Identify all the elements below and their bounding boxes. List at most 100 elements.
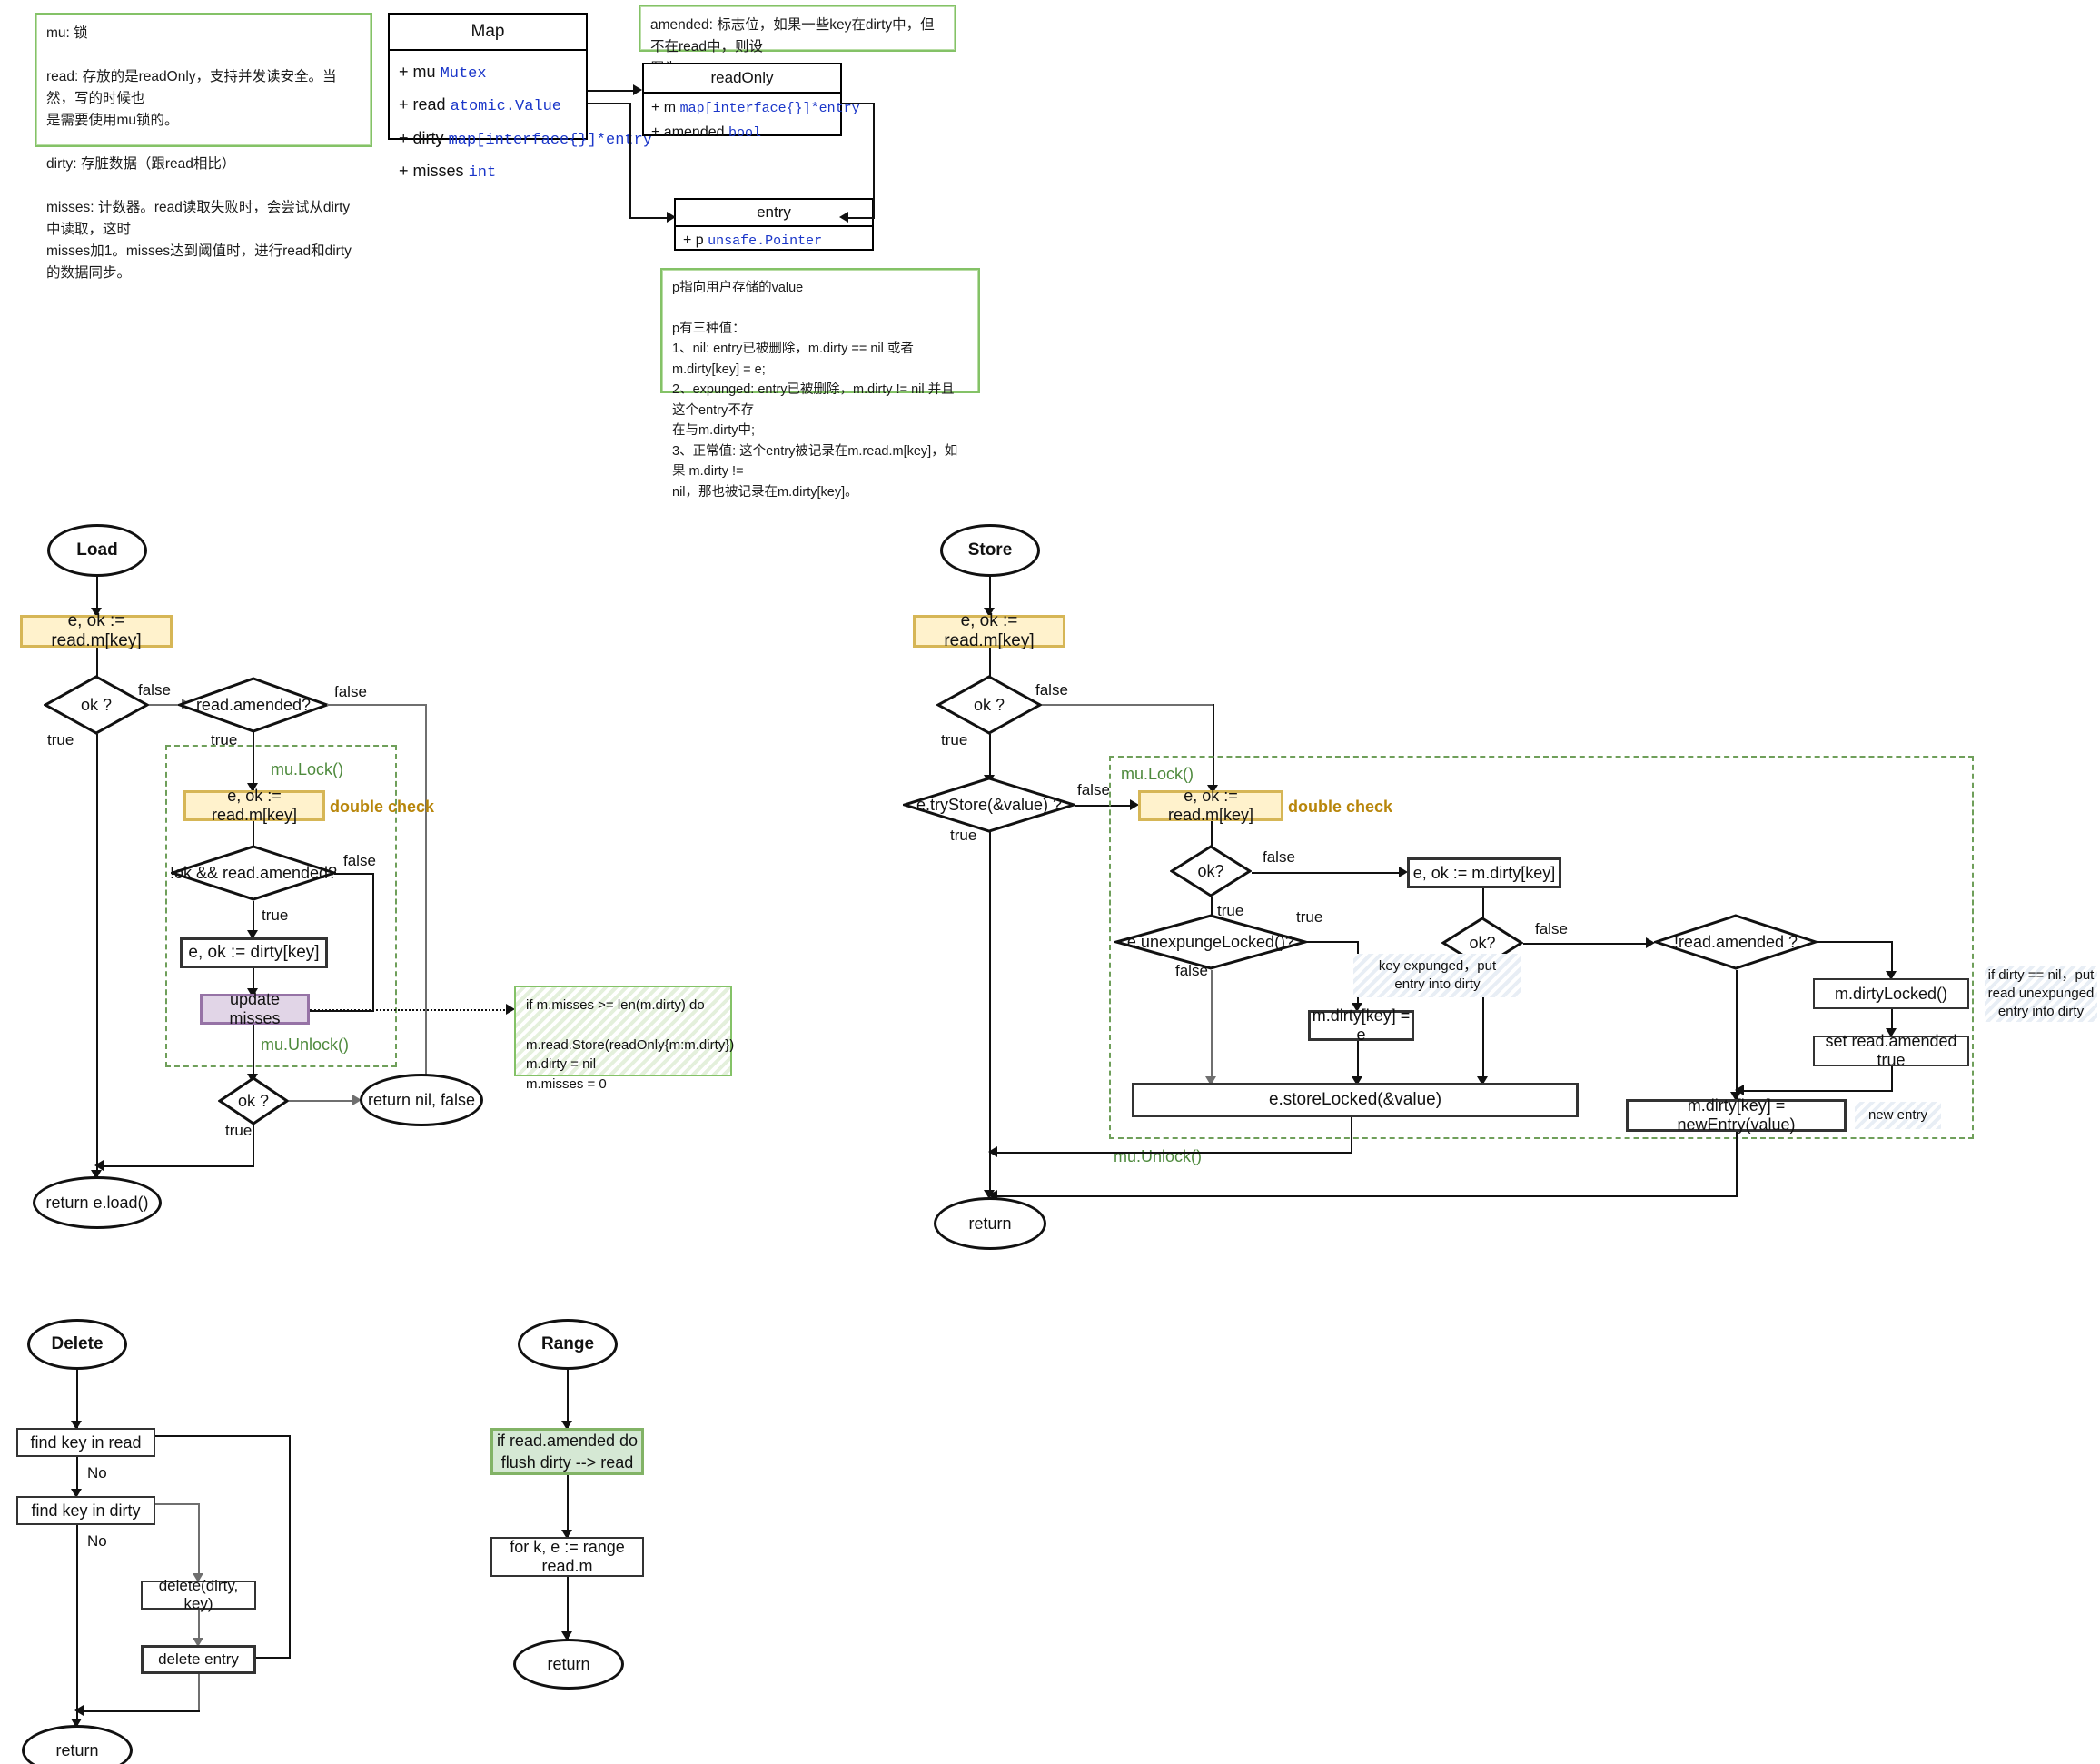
edge-label-false: false xyxy=(1035,681,1068,699)
uml-attr-vis: + xyxy=(683,233,692,248)
store-trystore-decision: e.tryStore(&value) ? xyxy=(903,777,1075,833)
edge-map-readonly xyxy=(588,90,635,92)
load-ok2-label: ok ? xyxy=(237,1091,270,1110)
uml-attr-name: misses xyxy=(412,161,464,180)
load-return-nil-label: return nil, false xyxy=(367,1090,476,1109)
delete-find-dirty-label: find key in dirty xyxy=(31,1501,141,1520)
edge xyxy=(327,704,427,706)
store-start-node: Store xyxy=(940,524,1040,577)
uml-attr-vis: + xyxy=(399,63,409,81)
load-ok1-label: ok ? xyxy=(80,695,113,714)
edge xyxy=(425,704,427,1081)
uml-attr-type: map[interface{}]*entry xyxy=(679,101,860,116)
uml-attr-name: amended xyxy=(663,124,725,140)
uml-attr-vis: + xyxy=(651,124,660,140)
edge-label-true: true xyxy=(262,907,289,924)
edge xyxy=(1742,1090,1893,1092)
edge xyxy=(155,1503,200,1505)
edge-label-false: false xyxy=(1535,920,1568,937)
edge-label-false: false xyxy=(1175,962,1208,979)
store-trystore-label: e.tryStore(&value) ? xyxy=(916,795,1063,814)
store-double-check-annotation: double check xyxy=(1288,798,1393,816)
note-entry-p: p指向用户存储的value p有三种值： 1、nil: entry已被删除，m.… xyxy=(660,268,980,500)
store-read-label: e, ok := read.m[key] xyxy=(944,611,1035,650)
load-return-load-label: return e.load() xyxy=(45,1193,149,1212)
edge xyxy=(96,734,98,1177)
edge-label-false: false xyxy=(334,683,367,700)
edge xyxy=(198,1503,200,1580)
edge-label-false: false xyxy=(1263,848,1295,866)
store-ok2-label: ok? xyxy=(1197,861,1224,880)
load-start-label: Load xyxy=(76,540,118,560)
edge xyxy=(1891,1066,1893,1092)
store-mu-lock-label: mu.Lock() xyxy=(1121,765,1194,783)
range-for-node: for k, e := range read.m xyxy=(490,1537,644,1577)
edge xyxy=(1252,872,1404,874)
store-double-check-label: e, ok := read.m[key] xyxy=(1167,787,1254,824)
store-dirty-locked-node: m.dirtyLocked() xyxy=(1813,978,1969,1009)
edge-map-entry-h2 xyxy=(629,217,668,219)
store-unexpunge-decision: e.unexpungeLocked()? xyxy=(1114,914,1307,970)
uml-attr-vis: + xyxy=(399,161,409,180)
edge xyxy=(334,873,374,875)
load-ok2-decision: ok ? xyxy=(218,1076,289,1125)
note-map-fields-text: mu: 锁 read: 存放的是readOnly，支持并发读安全。当然，写的时候… xyxy=(46,25,352,282)
edge xyxy=(76,1370,78,1428)
edge xyxy=(567,1370,569,1428)
edge-label-false: false xyxy=(1077,781,1110,798)
edge xyxy=(1736,1132,1738,1197)
arrowhead xyxy=(839,212,848,223)
range-flush-label: if read.amended do flush dirty --> read xyxy=(496,1431,639,1472)
edge xyxy=(289,1100,358,1102)
uml-attr-row: + p unsafe.Pointer xyxy=(683,230,865,253)
store-dirty-nil-note: if dirty == nil，put read unexpunged entr… xyxy=(1985,966,2097,1022)
range-return-label: return xyxy=(547,1654,590,1673)
uml-attr-type: map[interface{}]*entry xyxy=(448,131,652,149)
range-start-label: Range xyxy=(540,1334,595,1353)
edge xyxy=(253,1025,254,1081)
edge-readonly-entry-v xyxy=(873,103,875,219)
uml-attr-vis: + xyxy=(399,128,409,147)
uml-class-map-title: Map xyxy=(390,15,586,51)
load-mu-lock-label: mu.Lock() xyxy=(271,760,344,778)
edge xyxy=(76,1525,78,1726)
delete-delete-entry-label: delete entry xyxy=(158,1650,239,1668)
uml-class-readonly-attrs: + m map[interface{}]*entry + amended boo… xyxy=(644,94,860,148)
edge-label-true: true xyxy=(47,731,74,748)
uml-attr-name: dirty xyxy=(412,128,444,147)
uml-attr-name: m xyxy=(663,100,677,115)
store-double-check-node: e, ok := read.m[key] xyxy=(1138,787,1283,824)
edge-label-true: true xyxy=(1296,908,1323,926)
uml-class-map-attrs: + mu Mutex + read atomic.Value + dirty m… xyxy=(390,51,652,193)
edge xyxy=(1042,704,1214,706)
edge-label-no: No xyxy=(87,1532,107,1550)
uml-attr-row: + m map[interface{}]*entry xyxy=(651,96,860,121)
uml-attr-row: + dirty map[interface{}]*entry xyxy=(399,123,652,155)
uml-attr-type: atomic.Value xyxy=(450,98,561,116)
uml-attr-name: mu xyxy=(412,63,436,81)
store-key-expunged-text: key expunged，put entry into dirty xyxy=(1378,957,1497,992)
edge-label-true: true xyxy=(941,731,968,748)
edge-readonly-entry-h2 xyxy=(845,217,875,219)
uml-attr-type: int xyxy=(468,164,497,182)
note-entry-p-text: p指向用户存储的value p有三种值： 1、nil: entry已被删除，m.… xyxy=(672,281,958,500)
delete-start-node: Delete xyxy=(27,1319,127,1370)
delete-start-label: Delete xyxy=(51,1334,104,1353)
load-double-check-node: e, ok := read.m[key] xyxy=(183,787,325,824)
store-new-entry-note: new entry xyxy=(1855,1102,1941,1129)
edge xyxy=(567,1475,569,1537)
load-dirty-label: e, ok := dirty[key] xyxy=(188,943,320,962)
delete-return-node: return xyxy=(22,1725,133,1764)
uml-attr-row: + misses int xyxy=(399,155,577,188)
range-start-node: Range xyxy=(518,1319,618,1370)
uml-class-entry: entry + p unsafe.Pointer xyxy=(674,198,874,251)
uml-attr-row: + amended bool xyxy=(651,121,833,145)
store-ok1-label: ok ? xyxy=(973,695,1005,714)
edge-label-true: true xyxy=(225,1122,253,1139)
edge xyxy=(253,1125,254,1167)
arrowhead xyxy=(633,84,642,95)
store-not-amended-label: !read.amended ? xyxy=(1673,932,1798,951)
edge xyxy=(198,1674,200,1712)
store-not-amended-decision: !read.amended ? xyxy=(1654,914,1818,970)
delete-delete-entry-node: delete entry xyxy=(141,1645,256,1674)
